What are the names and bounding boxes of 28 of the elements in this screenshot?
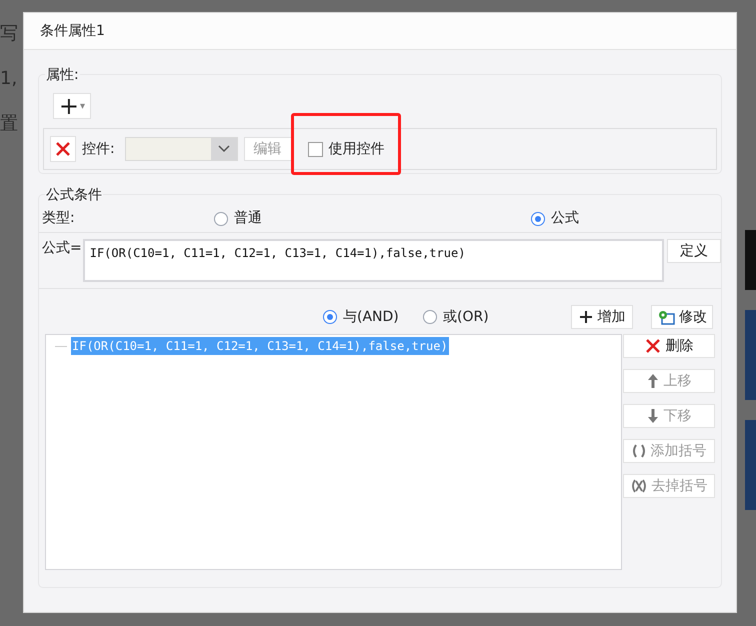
checkbox-option[interactable]: 使用控件 — [308, 138, 385, 160]
radio-option[interactable]: 公式 — [531, 208, 579, 229]
side-button[interactable]: 删除 — [623, 334, 715, 358]
background-text: 写 — [0, 22, 18, 46]
arrow-down-icon — [646, 408, 658, 424]
add-dropdown-button[interactable]: +▾ — [53, 93, 91, 119]
field-label: 公式= — [42, 239, 82, 258]
window-title: 条件属性1 — [40, 22, 105, 40]
field-label: 控件: — [82, 140, 115, 158]
add-button[interactable]: 增加 — [571, 305, 633, 329]
background-panel — [745, 230, 756, 290]
formula-field[interactable]: IF(OR(C10=1, C11=1, C12=1, C13=1, C14=1),false,true) — [82, 239, 664, 282]
field-label: 类型: — [42, 209, 76, 228]
radio-option[interactable]: 与(AND) — [323, 306, 423, 328]
close-icon — [55, 141, 71, 157]
define-button[interactable]: 定义 — [666, 239, 721, 263]
background-text: 置 — [0, 112, 18, 136]
radio-option[interactable]: 普通 — [214, 208, 531, 229]
arrow-up-icon — [646, 373, 658, 389]
chevron-down-icon — [218, 145, 230, 153]
parentheses-icon — [632, 444, 646, 458]
modify-button[interactable]: 修改 — [651, 305, 713, 329]
delete-button[interactable] — [50, 136, 76, 162]
radio-option[interactable]: 或(OR) — [423, 306, 573, 328]
parentheses-remove-icon — [630, 479, 646, 493]
plus-icon — [578, 310, 592, 324]
close-icon — [644, 338, 660, 354]
background-text: 1, — [0, 67, 18, 91]
